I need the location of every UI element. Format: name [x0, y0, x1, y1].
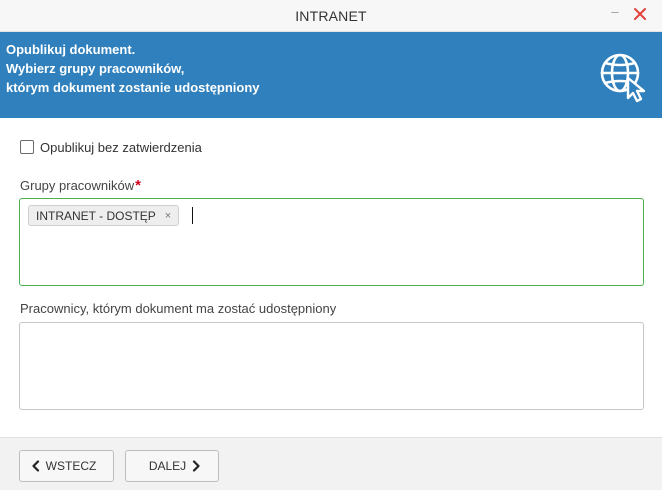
- close-button[interactable]: [628, 4, 652, 26]
- group-chip-label: INTRANET - DOSTĘP: [36, 208, 156, 223]
- group-chip-remove-button[interactable]: ×: [165, 210, 171, 222]
- minimize-button[interactable]: –: [604, 4, 626, 26]
- banner-heading: Opublikuj dokument. Wybierz grupy pracow…: [6, 40, 566, 97]
- groups-label: Grupy pracowników*: [20, 177, 141, 194]
- close-icon: [634, 8, 646, 20]
- groups-label-text: Grupy pracowników: [20, 178, 135, 193]
- header-banner: Opublikuj dokument. Wybierz grupy pracow…: [0, 32, 662, 118]
- globe-cursor-icon: [600, 53, 646, 103]
- window-title: INTRANET: [295, 8, 367, 24]
- groups-tag-input[interactable]: INTRANET - DOSTĘP ×: [19, 198, 644, 286]
- window-titlebar: INTRANET –: [0, 0, 662, 32]
- employees-label: Pracownicy, którym dokument ma zostać ud…: [20, 301, 337, 316]
- group-chip: INTRANET - DOSTĘP ×: [28, 205, 180, 226]
- next-button-label: DALEJ: [148, 459, 187, 473]
- chevron-right-icon: [193, 460, 200, 472]
- back-button-label: WSTECZ: [45, 459, 97, 473]
- banner-line-1: Opublikuj dokument.: [6, 42, 136, 57]
- publish-without-approval-option[interactable]: Opublikuj bez zatwierdzenia: [20, 138, 202, 156]
- required-asterisk: *: [135, 177, 141, 194]
- next-button[interactable]: DALEJ: [125, 450, 219, 482]
- back-button[interactable]: WSTECZ: [19, 450, 114, 482]
- text-caret: [192, 207, 193, 224]
- publish-without-approval-checkbox[interactable]: [20, 140, 34, 154]
- banner-line-3: którym dokument zostanie udostępniony: [6, 80, 260, 95]
- employees-tag-input[interactable]: [19, 322, 644, 410]
- dialog-footer: WSTECZ DALEJ: [0, 437, 662, 490]
- banner-line-2: Wybierz grupy pracowników,: [6, 61, 185, 76]
- publish-without-approval-label: Opublikuj bez zatwierdzenia: [40, 139, 202, 155]
- chevron-left-icon: [32, 460, 39, 472]
